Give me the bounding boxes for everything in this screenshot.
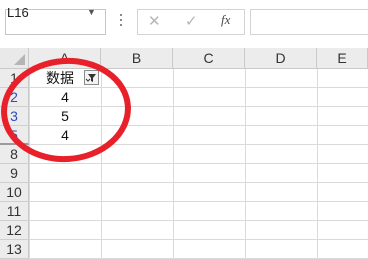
row-header-10[interactable]: 10	[0, 183, 29, 202]
cell-a1[interactable]: 数据	[31, 69, 89, 88]
enter-icon[interactable]: ✓	[185, 12, 198, 30]
row-header-9[interactable]: 9	[0, 164, 29, 183]
chevron-down-icon[interactable]: ▼	[87, 7, 96, 17]
column-header-b[interactable]: B	[101, 48, 173, 69]
drag-handle-icon[interactable]	[120, 14, 122, 30]
row-header-2[interactable]: 2	[0, 88, 29, 107]
filter-funnel-icon[interactable]	[84, 70, 99, 85]
row-header-8[interactable]: 8	[0, 145, 29, 164]
cell-a3[interactable]: 5	[29, 107, 101, 126]
cell-a2[interactable]: 4	[29, 88, 101, 107]
formula-input[interactable]	[250, 9, 368, 35]
column-header-c[interactable]: C	[173, 48, 245, 69]
column-header-d[interactable]: D	[245, 48, 317, 69]
row-header-11[interactable]: 11	[0, 202, 29, 221]
row-header-3[interactable]: 3	[0, 107, 29, 126]
column-header-a[interactable]: A	[29, 48, 101, 69]
column-header-e[interactable]: E	[317, 48, 368, 69]
cancel-icon[interactable]: ✕	[148, 12, 161, 30]
row-header-13[interactable]: 13	[0, 240, 29, 259]
name-box-value[interactable]: L16	[7, 5, 29, 20]
row-header-12[interactable]: 12	[0, 221, 29, 240]
row-header-1[interactable]: 1	[0, 69, 29, 88]
row-header-5[interactable]: 5	[0, 126, 29, 145]
insert-function-icon[interactable]: fx	[221, 12, 230, 28]
cell-a5[interactable]: 4	[29, 126, 101, 145]
select-all-triangle-icon[interactable]	[14, 54, 25, 65]
